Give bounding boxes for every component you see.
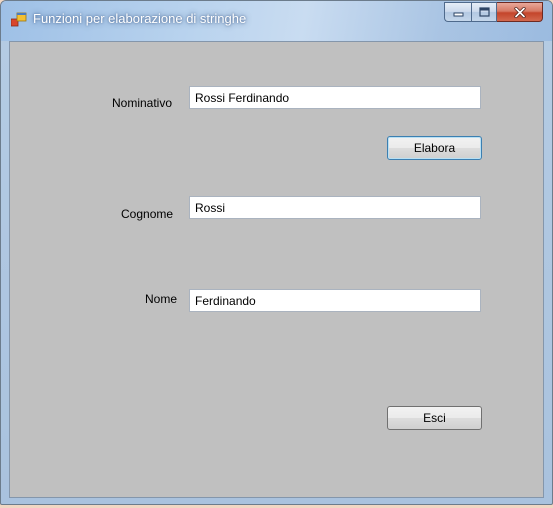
- nome-label: Nome: [145, 292, 178, 306]
- app-window: Funzioni per elaborazione di stringhe No…: [0, 0, 553, 505]
- nominativo-input[interactable]: Rossi Ferdinando: [189, 86, 481, 109]
- maximize-icon: [478, 7, 490, 17]
- caption-buttons: [444, 2, 543, 22]
- elabora-button[interactable]: Elabora: [387, 136, 482, 160]
- title-bar[interactable]: Funzioni per elaborazione di stringhe: [1, 1, 552, 41]
- form-client-area: Nominativo Rossi Ferdinando Elabora Cogn…: [9, 41, 544, 498]
- esci-button[interactable]: Esci: [387, 406, 482, 430]
- window-title: Funzioni per elaborazione di stringhe: [33, 11, 247, 26]
- close-button[interactable]: [497, 2, 543, 22]
- cognome-label: Cognome: [121, 207, 174, 221]
- minimize-button[interactable]: [444, 2, 471, 22]
- nominativo-label: Nominativo: [112, 96, 173, 110]
- cognome-input[interactable]: Rossi: [189, 196, 481, 219]
- maximize-button[interactable]: [471, 2, 497, 22]
- nome-input[interactable]: Ferdinando: [189, 289, 481, 312]
- winforms-app-icon: [11, 12, 27, 27]
- minimize-icon: [453, 12, 463, 16]
- close-icon: [513, 6, 526, 18]
